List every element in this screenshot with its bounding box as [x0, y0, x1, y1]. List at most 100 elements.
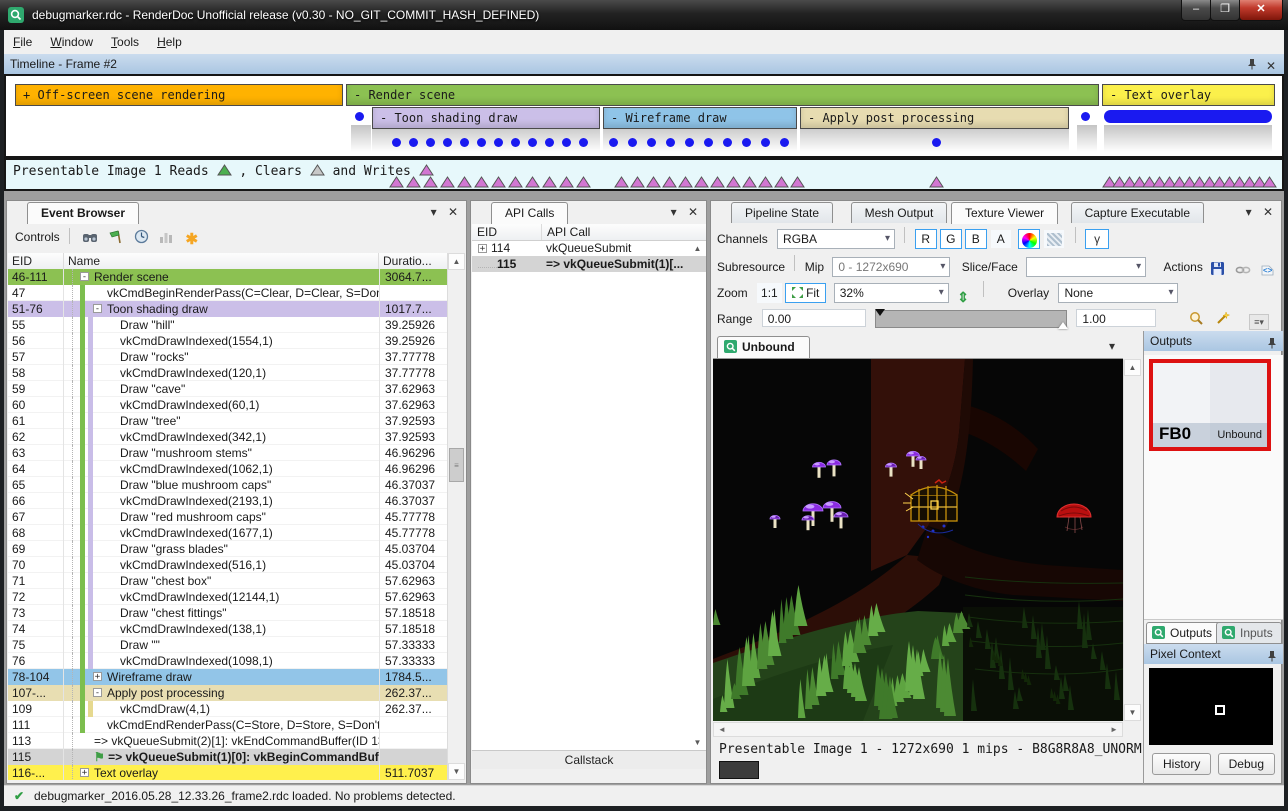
- timeline-event-dot[interactable]: [704, 138, 713, 147]
- close-icon[interactable]: ✕: [448, 205, 458, 219]
- col-name[interactable]: Name: [64, 253, 379, 269]
- expand-icon[interactable]: -: [80, 272, 89, 281]
- timeline-event-dot[interactable]: [494, 138, 503, 147]
- tab-inputs[interactable]: Inputs: [1216, 622, 1282, 644]
- event-row[interactable]: 107-...-Apply post processing262.37...: [8, 685, 448, 701]
- callstack-section[interactable]: Callstack: [472, 750, 706, 769]
- timeline-event-dot[interactable]: [761, 138, 770, 147]
- menu-help[interactable]: Help: [148, 30, 191, 54]
- scroll-right-icon[interactable]: ►: [1106, 723, 1122, 736]
- menu-window[interactable]: Window: [41, 30, 102, 54]
- event-row[interactable]: 56vkCmdDrawIndexed(1554,1)39.25926: [8, 333, 448, 349]
- range-max-input[interactable]: 1.00: [1076, 309, 1156, 327]
- tab-unbound[interactable]: Unbound: [717, 336, 810, 358]
- timeline-bar[interactable]: - Wireframe draw: [603, 107, 797, 129]
- pixel-context-view[interactable]: [1149, 668, 1273, 745]
- more-options-icon[interactable]: ≡▾: [1249, 314, 1269, 330]
- expand-icon[interactable]: +: [80, 768, 89, 777]
- menu-tools[interactable]: Tools: [102, 30, 148, 54]
- event-browser-scrollbar[interactable]: ▲ ≡ ▼: [447, 253, 465, 780]
- chevron-down-icon[interactable]: ▾: [431, 205, 437, 219]
- maximize-button[interactable]: ❐: [1210, 0, 1240, 21]
- zoom-select[interactable]: 32%: [834, 283, 949, 303]
- event-row[interactable]: 61Draw "tree"37.92593: [8, 413, 448, 429]
- range-zoom-icon[interactable]: [1188, 310, 1206, 326]
- event-row[interactable]: 69Draw "grass blades"45.03704: [8, 541, 448, 557]
- timeline-event-pill[interactable]: [1104, 110, 1272, 123]
- close-icon[interactable]: ✕: [1263, 205, 1273, 219]
- timeline-event-dot[interactable]: [647, 138, 656, 147]
- timeline-event-dot[interactable]: [932, 138, 941, 147]
- timeline-event-dot[interactable]: [355, 112, 364, 121]
- event-row[interactable]: 66vkCmdDrawIndexed(2193,1)46.37037: [8, 493, 448, 509]
- close-icon[interactable]: ✕: [688, 205, 698, 219]
- timeline-canvas[interactable]: + Off-screen scene rendering- Render sce…: [4, 74, 1284, 158]
- event-row[interactable]: 111vkCmdEndRenderPass(C=Store, D=Store, …: [8, 717, 448, 733]
- scroll-down-icon[interactable]: ▼: [1124, 704, 1141, 721]
- timeline-event-dot[interactable]: [528, 138, 537, 147]
- timeline-event-dot[interactable]: [562, 138, 571, 147]
- channel-b-button[interactable]: B: [965, 229, 987, 249]
- event-row[interactable]: 115⚑ => vkQueueSubmit(1)[0]: vkBeginComm…: [8, 749, 448, 765]
- event-row[interactable]: 75Draw ""57.33333: [8, 637, 448, 653]
- tab-event-browser[interactable]: Event Browser: [27, 202, 139, 224]
- gamma-button[interactable]: γ: [1085, 229, 1109, 249]
- pin-icon[interactable]: [1267, 648, 1277, 668]
- event-row[interactable]: 73Draw "chest fittings"57.18518: [8, 605, 448, 621]
- bookmark-flag-icon[interactable]: [107, 227, 125, 243]
- expand-icon[interactable]: +: [478, 244, 487, 253]
- timeline-bar[interactable]: - Text overlay: [1102, 84, 1275, 106]
- expand-icon[interactable]: -: [93, 688, 102, 697]
- event-row[interactable]: 71Draw "chest box"57.62963: [8, 573, 448, 589]
- pin-icon[interactable]: [1267, 335, 1277, 355]
- timeline-event-dot[interactable]: [666, 138, 675, 147]
- expand-icon[interactable]: +: [93, 672, 102, 681]
- debug-button[interactable]: Debug: [1218, 753, 1275, 775]
- scroll-up-icon[interactable]: ▲: [1124, 359, 1141, 376]
- timeline-bar[interactable]: - Toon shading draw: [372, 107, 600, 129]
- range-min-handle[interactable]: [875, 309, 885, 316]
- scroll-down-icon[interactable]: ▼: [448, 763, 465, 780]
- chevron-down-icon[interactable]: ▾: [671, 205, 677, 219]
- alpha-background-button[interactable]: [1043, 229, 1065, 249]
- overlay-select[interactable]: None: [1058, 283, 1178, 303]
- timeline-event-dot[interactable]: [579, 138, 588, 147]
- event-row[interactable]: 109vkCmdDraw(4,1)262.37...: [8, 701, 448, 717]
- api-call-row[interactable]: 115=> vkQueueSubmit(1)[...: [472, 256, 706, 272]
- event-row[interactable]: 70vkCmdDrawIndexed(516,1)45.03704: [8, 557, 448, 573]
- history-button[interactable]: History: [1152, 753, 1211, 775]
- timeline-event-dot[interactable]: [477, 138, 486, 147]
- timeline-event-dot[interactable]: [426, 138, 435, 147]
- event-row[interactable]: 46-111-Render scene3064.7...: [8, 269, 448, 285]
- channels-select[interactable]: RGBA: [777, 229, 895, 249]
- autofit-wand-icon[interactable]: [1213, 310, 1231, 326]
- custom-action-icon[interactable]: ✱: [183, 227, 201, 243]
- colorwheel-button[interactable]: [1018, 229, 1040, 249]
- scroll-left-icon[interactable]: ◄: [714, 723, 730, 736]
- save-icon[interactable]: [1208, 260, 1226, 276]
- menu-file[interactable]: File: [4, 30, 41, 54]
- timeline-event-dot[interactable]: [545, 138, 554, 147]
- timeline-event-dot[interactable]: [409, 138, 418, 147]
- event-row[interactable]: 72vkCmdDrawIndexed(12144,1)57.62963: [8, 589, 448, 605]
- timeline-event-dot[interactable]: [460, 138, 469, 147]
- timeline-event-dot[interactable]: [609, 138, 618, 147]
- timeline-event-dot[interactable]: [628, 138, 637, 147]
- scroll-thumb[interactable]: ≡: [449, 448, 464, 482]
- col-eid[interactable]: EID: [472, 224, 542, 240]
- slice-face-select[interactable]: [1026, 257, 1146, 277]
- timeline-bar[interactable]: + Off-screen scene rendering: [15, 84, 343, 106]
- timeline-event-dot[interactable]: [723, 138, 732, 147]
- texture-horizontal-scrollbar[interactable]: ◄ ►: [713, 722, 1123, 737]
- timeline-event-dot[interactable]: [1081, 112, 1090, 121]
- range-max-handle[interactable]: [1058, 322, 1068, 329]
- event-row[interactable]: 57Draw "rocks"37.77778: [8, 349, 448, 365]
- event-row[interactable]: 74vkCmdDrawIndexed(138,1)57.18518: [8, 621, 448, 637]
- event-row[interactable]: 68vkCmdDrawIndexed(1677,1)45.77778: [8, 525, 448, 541]
- close-button[interactable]: ✕: [1239, 0, 1283, 21]
- timeline-event-dot[interactable]: [780, 138, 789, 147]
- zoom-1to1-button[interactable]: 1:1: [757, 283, 782, 303]
- find-icon[interactable]: [81, 227, 99, 243]
- pin-icon[interactable]: [1247, 59, 1257, 73]
- timeline-panel-header[interactable]: Timeline - Frame #2 ✕: [4, 54, 1284, 74]
